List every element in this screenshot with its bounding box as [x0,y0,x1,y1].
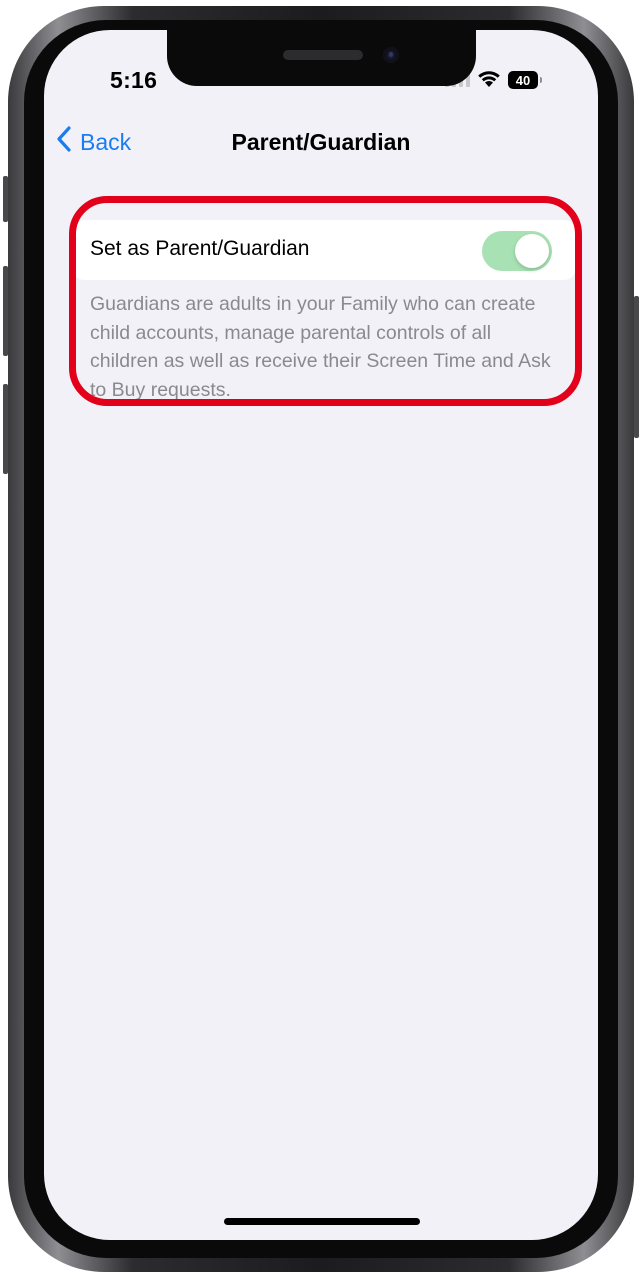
volume-up-button [3,266,8,356]
earpiece-speaker [283,50,363,60]
notch [167,30,476,86]
navigation-bar: Back Parent/Guardian [44,120,598,164]
parent-guardian-row: Set as Parent/Guardian [72,220,576,280]
toggle-knob [515,234,549,268]
toggle-label: Set as Parent/Guardian [90,237,310,260]
battery-icon: 40 [508,71,542,89]
parent-guardian-toggle[interactable] [482,231,552,271]
battery-level: 40 [515,72,531,88]
power-button [634,296,639,438]
front-camera-icon [383,47,399,63]
action-button [3,176,8,222]
home-indicator[interactable] [224,1218,420,1225]
volume-down-button [3,384,8,474]
guardian-description: Guardians are adults in your Family who … [90,293,551,401]
status-time: 5:16 [110,67,158,93]
page-title: Parent/Guardian [231,129,411,155]
phone-screen: 5:16 40 Back Parent/Guardian Set as Pare… [44,30,598,1240]
wifi-icon [476,68,502,93]
